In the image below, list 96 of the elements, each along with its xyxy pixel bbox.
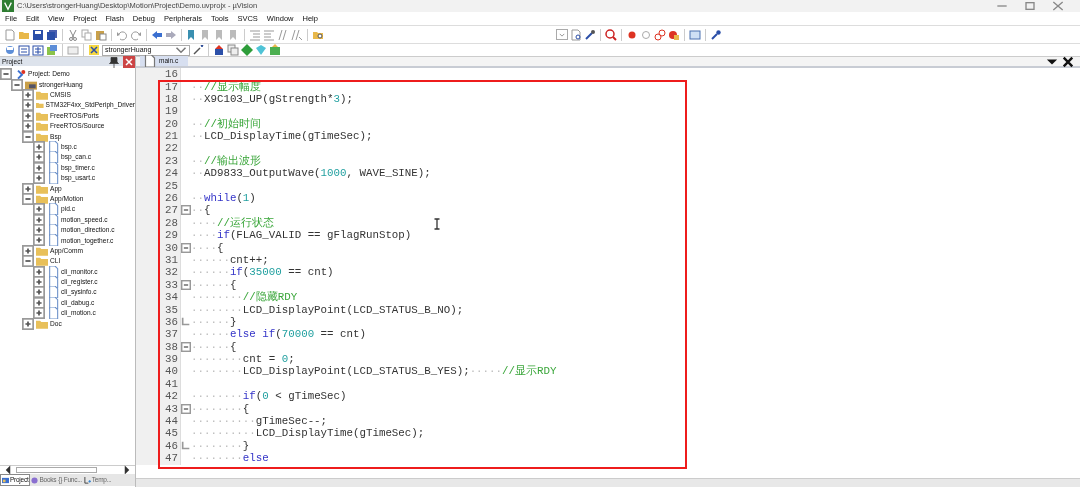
- build-icon[interactable]: [18, 44, 30, 56]
- code-line: ······{: [191, 277, 237, 293]
- rebuild-icon[interactable]: [32, 44, 44, 56]
- line-number: 29: [136, 229, 181, 242]
- expand-icon[interactable]: [33, 172, 45, 185]
- expand-icon[interactable]: [22, 317, 34, 330]
- collapse-icon[interactable]: [22, 192, 34, 205]
- file-icon: [47, 151, 59, 164]
- line-number: 27: [136, 204, 181, 217]
- line-number: 30: [136, 241, 181, 254]
- code-line: ······if(35000 == cnt): [191, 265, 334, 280]
- code-line: ······{: [191, 339, 237, 355]
- close-icon[interactable]: [1062, 55, 1074, 68]
- code-line: ········//隐藏RDY: [191, 290, 298, 305]
- line-number: 37: [136, 328, 181, 341]
- code-line: ········LCD_DisplayPoint(LCD_STATUS_B_NO);: [191, 302, 464, 317]
- fold-marker-icon[interactable]: [181, 340, 191, 353]
- back-arrow-icon[interactable]: [151, 28, 163, 41]
- magic-wand-icon[interactable]: [192, 44, 204, 56]
- template-icon: [83, 476, 91, 484]
- line-number: 34: [136, 291, 181, 304]
- line-number: 16: [136, 68, 181, 81]
- code-line: ········if(0 < gTimeSec): [191, 389, 347, 404]
- code-line: ········cnt = 0;: [191, 352, 295, 366]
- redo-icon[interactable]: [130, 28, 142, 41]
- code-line: ········{: [191, 401, 250, 417]
- save-all-icon[interactable]: [46, 28, 58, 41]
- fold-marker-icon[interactable]: [181, 241, 191, 254]
- collapse-icon[interactable]: [22, 255, 34, 268]
- code-line: ······else if(70000 == cnt): [191, 327, 366, 342]
- code-line: ··X9C103_UP(gStrength*3);: [191, 92, 353, 107]
- save-icon[interactable]: [32, 28, 44, 41]
- options-icon[interactable]: [88, 44, 100, 56]
- scrollbar-thumb[interactable]: [16, 467, 97, 473]
- code-line: ··AD9833_OutputWave(1000, WAVE_SINE);: [191, 166, 431, 182]
- component-icon[interactable]: [213, 44, 225, 56]
- code-line: ··//输出波形: [191, 153, 261, 168]
- undo-icon[interactable]: [116, 28, 128, 41]
- breakpoints-clear-icon[interactable]: [654, 28, 666, 41]
- line-number: 42: [136, 390, 181, 403]
- project-tab-icon: [2, 476, 9, 484]
- diamond-arrows-icon[interactable]: [241, 44, 253, 56]
- code-line: ····{: [191, 240, 224, 256]
- file-icon: [47, 203, 59, 216]
- fold-marker-icon[interactable]: [181, 402, 191, 415]
- breakpoints-kill-icon[interactable]: [668, 28, 680, 41]
- window-layout-icon[interactable]: [689, 28, 701, 41]
- line-number: 35: [136, 303, 181, 316]
- pin-icon[interactable]: [108, 55, 120, 68]
- line-number: 45: [136, 427, 181, 440]
- expand-icon[interactable]: [33, 234, 45, 247]
- folder-icon: [36, 120, 48, 133]
- folder-icon: [36, 255, 48, 268]
- expand-icon[interactable]: [33, 307, 45, 320]
- translate-icon[interactable]: [4, 44, 16, 56]
- collapse-icon[interactable]: [0, 68, 12, 81]
- code-line: ····if(FLAG_VALID == gFlagRunStop): [191, 228, 412, 243]
- code-line: ······cnt++;: [191, 253, 269, 267]
- line-number: 19: [136, 105, 181, 118]
- fold-marker-icon[interactable]: [181, 204, 191, 217]
- batch-build-icon[interactable]: [46, 44, 58, 56]
- fold-end-icon: [181, 316, 191, 328]
- file-icon: [47, 307, 59, 320]
- line-number: 24: [136, 167, 181, 180]
- document-search-icon[interactable]: [570, 28, 582, 41]
- tool-icon[interactable]: [584, 28, 596, 41]
- maximize-icon[interactable]: [1024, 0, 1036, 12]
- pack-installer-icon[interactable]: [269, 44, 281, 56]
- cut-icon[interactable]: [67, 28, 79, 41]
- fold-end-icon: [181, 439, 191, 452]
- file-icon: [47, 172, 59, 185]
- code-line: ··while(1): [191, 191, 256, 205]
- debug-search-icon[interactable]: [605, 28, 617, 41]
- collapse-icon[interactable]: [11, 78, 23, 91]
- line-number: 32: [136, 266, 181, 279]
- code-line: ········LCD_DisplayPoint(LCD_STATUS_B_YES);·····//显示RDY: [191, 364, 557, 380]
- settings-icon[interactable]: [710, 28, 722, 41]
- collapse-icon[interactable]: [22, 130, 34, 143]
- code-line: ········else: [191, 451, 269, 467]
- file-icon: [47, 234, 59, 247]
- uncomment-icon[interactable]: [291, 28, 303, 41]
- fold-marker-icon[interactable]: [181, 278, 191, 291]
- code-line: ··LCD_DisplayTime(gTimeSec);: [191, 129, 373, 145]
- project-icon: [14, 68, 26, 81]
- file-icon: [47, 286, 59, 299]
- line-number: 47: [136, 452, 181, 465]
- code-line: ··//初始时间: [191, 116, 261, 131]
- line-number: 40: [136, 365, 181, 378]
- comment-icon[interactable]: [277, 28, 289, 41]
- code-line: ········}: [191, 438, 250, 453]
- books-icon: [31, 476, 39, 484]
- code-line: ··········gTimeSec--;: [191, 414, 328, 428]
- line-number: 22: [136, 142, 181, 155]
- code-line: ······}: [191, 314, 237, 329]
- file-dropdown-field[interactable]: [556, 29, 568, 40]
- code-line: ··········LCD_DisplayTime(gTimeSec);: [191, 426, 425, 441]
